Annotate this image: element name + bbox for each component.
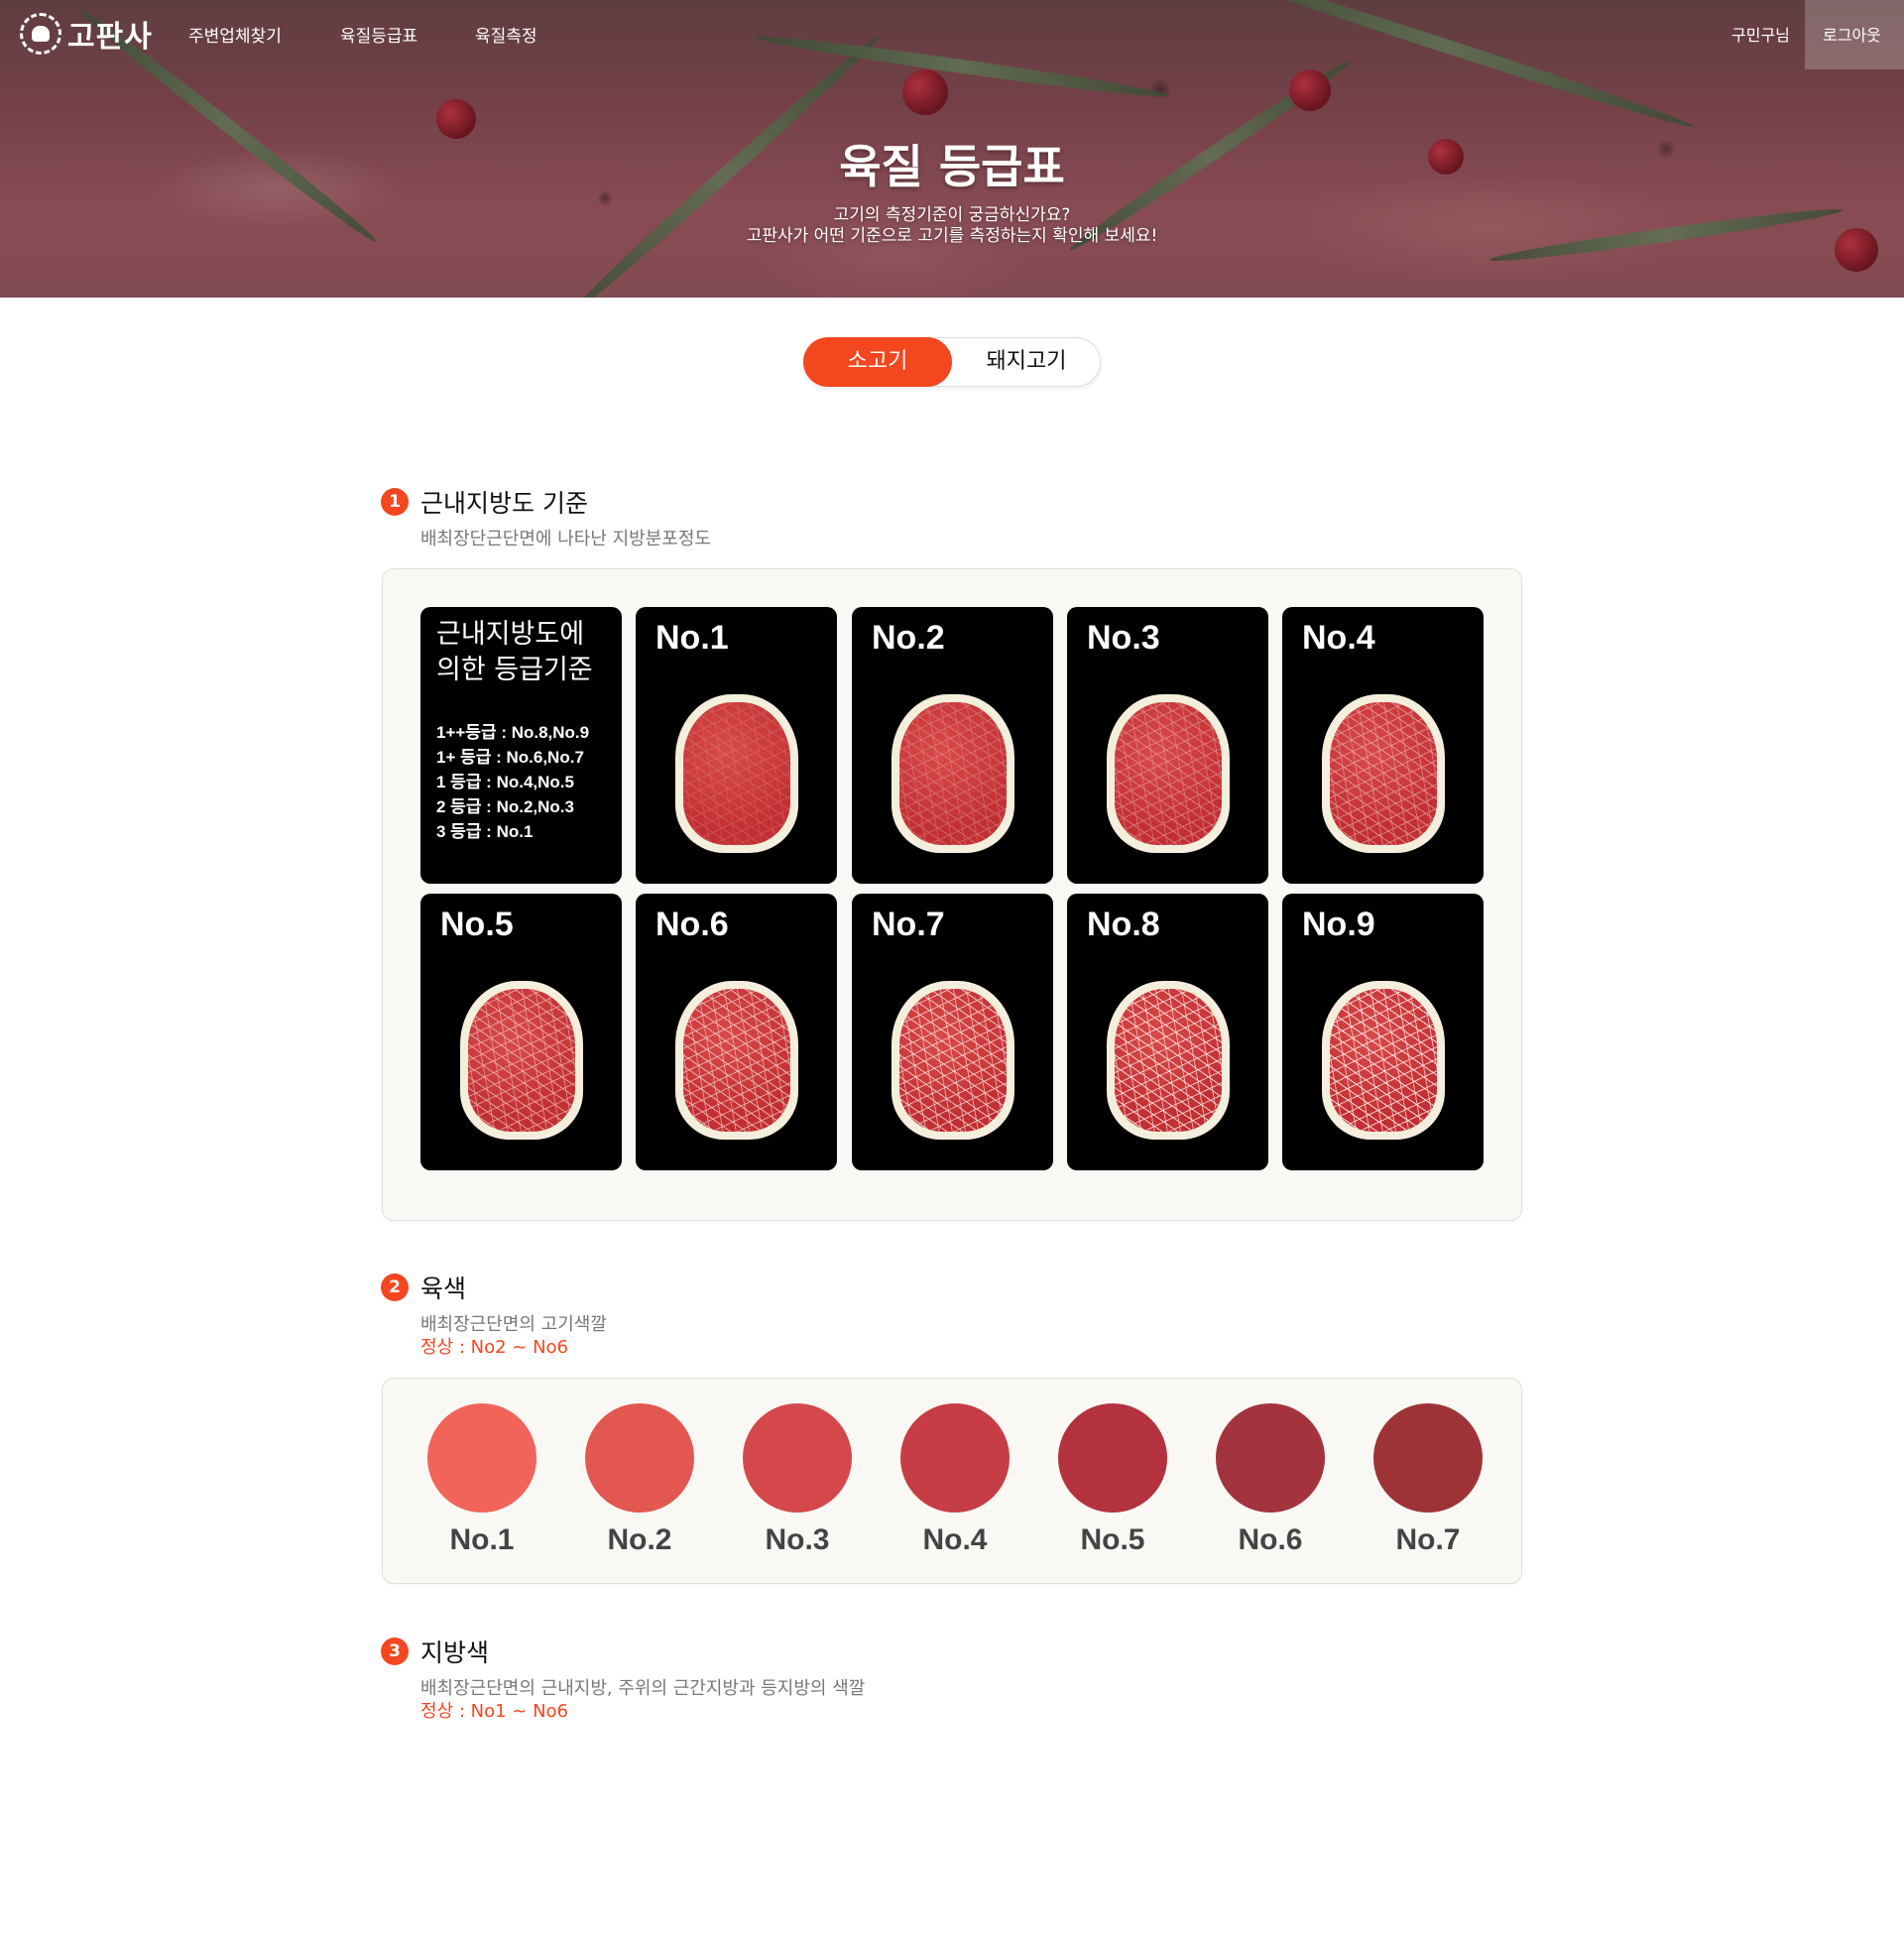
marbling-card-label: No.9	[1302, 906, 1375, 943]
meat-color-swatch	[585, 1403, 694, 1513]
meat-color-swatch	[1058, 1403, 1167, 1513]
meat-color-label: No.5	[1080, 1523, 1145, 1556]
section-number-badge: 1	[381, 488, 409, 516]
marbling-card-label: No.5	[440, 906, 514, 943]
marbling-card-label: No.7	[872, 906, 945, 943]
meat-color-swatch	[427, 1403, 536, 1513]
beef-cut-meat	[468, 989, 575, 1132]
marbling-pattern	[683, 989, 790, 1132]
beef-cut-image	[1107, 981, 1230, 1140]
marbling-pattern	[899, 702, 1007, 845]
meat-color-swatch	[1373, 1403, 1483, 1513]
section-title: 근내지방도 기준	[420, 489, 588, 518]
beef-cut-image	[675, 981, 798, 1140]
section-description: 배최장단근단면에 나타난 지방분포정도	[420, 529, 711, 549]
beef-cut-meat	[1115, 989, 1222, 1132]
meat-color-label: No.3	[765, 1523, 830, 1556]
beef-cut-image	[1322, 981, 1445, 1140]
legend-line: 1 등급 : No.4,No.5	[436, 773, 574, 791]
marbling-card-label: No.3	[1087, 619, 1160, 657]
marbling-card: No.5	[420, 894, 622, 1170]
page-title: 육질 등급표	[839, 140, 1065, 193]
marbling-pattern	[1330, 989, 1437, 1132]
hero-banner: 고판사 주변업체찾기 육질등급표 육질측정 구민구님 로그아웃 육질 등급표 고…	[0, 0, 1904, 298]
beef-cut-meat	[899, 989, 1007, 1132]
marbling-card: No.1	[636, 607, 837, 884]
meat-color-swatch	[1216, 1403, 1325, 1513]
marbling-panel: 근내지방도에 의한 등급기준 1++등급 : No.8,No.9 1+ 등급 :…	[382, 568, 1522, 1221]
marbling-pattern	[1330, 702, 1437, 845]
marbling-pattern	[1115, 989, 1222, 1132]
marbling-card: No.6	[636, 894, 837, 1170]
beef-cut-meat	[899, 702, 1007, 845]
logo-icon	[20, 13, 61, 55]
legend-title-line1: 근내지방도에	[436, 619, 585, 650]
hero-subtitle-line2: 고판사가 어떤 기준으로 고기를 측정하는지 확인해 보세요!	[746, 226, 1158, 246]
marbling-card: No.2	[852, 607, 1053, 884]
meat-color-label: No.4	[922, 1523, 988, 1556]
meat-color-label: No.1	[449, 1523, 515, 1556]
beef-cut-meat	[1115, 702, 1222, 845]
logout-button[interactable]: 로그아웃	[1823, 22, 1881, 46]
section-normal-range: 정상 : No2 ~ No6	[420, 1337, 569, 1358]
beef-cut-image	[1107, 694, 1230, 853]
legend-line: 3 등급 : No.1	[436, 822, 534, 841]
nav-link-grade-table[interactable]: 육질등급표	[340, 22, 417, 47]
marbling-pattern	[683, 702, 790, 845]
beef-cut-image	[675, 694, 798, 853]
section-number-badge: 2	[381, 1273, 409, 1301]
marbling-card-label: No.8	[1087, 906, 1160, 943]
tab-pork[interactable]: 돼지고기	[952, 337, 1101, 387]
meat-color-panel: No.1 No.2 No.3 No.4 No.5 No.6 No.7	[382, 1378, 1522, 1584]
beef-cut-meat	[683, 702, 790, 845]
beef-cut-meat	[683, 989, 790, 1132]
marbling-card: No.3	[1067, 607, 1268, 884]
meat-color-label: No.6	[1238, 1523, 1303, 1556]
beef-cut-image	[892, 981, 1014, 1140]
legend-line: 2 등급 : No.2,No.3	[436, 797, 574, 816]
section-meat-color-header: 2 육색	[381, 1270, 466, 1305]
meat-color-label: No.7	[1395, 1523, 1461, 1556]
marbling-card-label: No.4	[1302, 619, 1375, 657]
meat-color-swatch	[743, 1403, 852, 1513]
nav-link-measure[interactable]: 육질측정	[475, 22, 537, 47]
section-number-badge: 3	[381, 1637, 409, 1665]
tab-beef[interactable]: 소고기	[803, 337, 952, 387]
legend-title-line2: 의한 등급기준	[436, 655, 593, 685]
marbling-card-label: No.1	[655, 619, 729, 657]
marbling-pattern	[899, 989, 1007, 1132]
top-nav: 고판사 주변업체찾기 육질등급표 육질측정 구민구님 로그아웃	[0, 0, 1904, 69]
nav-link-nearby[interactable]: 주변업체찾기	[188, 22, 282, 47]
marbling-card: No.9	[1282, 894, 1484, 1170]
marbling-card: No.8	[1067, 894, 1268, 1170]
section-title: 지방색	[420, 1638, 490, 1667]
meat-type-toggle: 소고기 돼지고기	[803, 337, 1101, 387]
beef-cut-image	[460, 981, 583, 1140]
beef-cut-image	[1322, 694, 1445, 853]
beef-cut-image	[892, 694, 1014, 853]
legend-line: 1++등급 : No.8,No.9	[436, 723, 590, 742]
user-name: 구민구님	[1731, 26, 1790, 45]
marbling-card: No.4	[1282, 607, 1484, 884]
beef-cut-meat	[1330, 989, 1437, 1132]
marbling-pattern	[1115, 702, 1222, 845]
meat-color-label: No.2	[607, 1523, 672, 1556]
section-fat-color-header: 3 지방색	[381, 1634, 489, 1669]
marbling-legend-card: 근내지방도에 의한 등급기준 1++등급 : No.8,No.9 1+ 등급 :…	[420, 607, 622, 884]
legend-line: 1+ 등급 : No.6,No.7	[436, 748, 584, 767]
marbling-card-label: No.2	[872, 619, 945, 657]
marbling-card: No.7	[852, 894, 1053, 1170]
section-title: 육색	[420, 1274, 467, 1303]
meat-color-swatch	[900, 1403, 1010, 1513]
legend-title: 근내지방도에 의한 등급기준	[436, 617, 615, 688]
site-logo[interactable]: 고판사	[20, 11, 153, 57]
logo-text: 고판사	[67, 20, 153, 55]
marbling-pattern	[468, 989, 575, 1132]
beef-cut-meat	[1330, 702, 1437, 845]
section-normal-range: 정상 : No1 ~ No6	[420, 1701, 569, 1722]
section-marbling-header: 1 근내지방도 기준	[381, 484, 588, 520]
marbling-card-label: No.6	[655, 906, 729, 943]
